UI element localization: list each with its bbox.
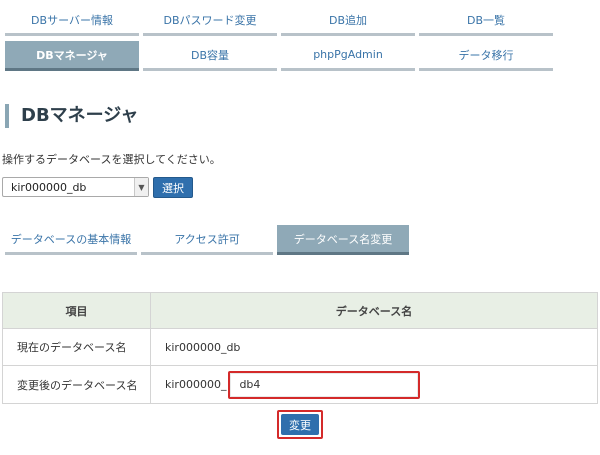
nav-item-db-capacity[interactable]: DB容量 [143, 41, 277, 71]
change-button-label: 変更 [281, 414, 319, 435]
sub-tabs: データベースの基本情報 アクセス許可 データベース名変更 [5, 225, 409, 255]
new-name-label: 変更後のデータベース名 [2, 365, 151, 404]
header-database-name: データベース名 [150, 292, 598, 329]
select-button[interactable]: 選択 [153, 177, 193, 198]
new-name-field-group: kir000000_ [165, 370, 597, 399]
database-select[interactable]: kir000000_db ▼ [2, 177, 149, 197]
nav-row-2: DBマネージャ DB容量 phpPgAdmin データ移行 [5, 41, 553, 71]
table-row: 現在のデータベース名 kir000000_db [2, 328, 598, 366]
table-row: 変更後のデータベース名 kir000000_ [2, 365, 598, 404]
new-name-input[interactable] [228, 370, 421, 399]
nav-row-1: DBサーバー情報 DBパスワード変更 DB追加 DB一覧 [5, 6, 553, 36]
nav-item-db-add[interactable]: DB追加 [281, 6, 415, 36]
table-header-row: 項目 データベース名 [2, 292, 598, 329]
tab-rename-database[interactable]: データベース名変更 [277, 225, 409, 255]
nav-item-db-list[interactable]: DB一覧 [419, 6, 553, 36]
new-name-cell: kir000000_ [150, 365, 598, 404]
nav-item-db-manager[interactable]: DBマネージャ [5, 41, 139, 71]
current-name-value: kir000000_db [150, 328, 598, 366]
tab-access-permission[interactable]: アクセス許可 [141, 225, 273, 255]
new-name-prefix: kir000000_ [165, 378, 227, 391]
nav-item-data-migration[interactable]: データ移行 [419, 41, 553, 71]
header-item: 項目 [2, 292, 151, 329]
page-title: DBマネージャ [5, 104, 138, 128]
instruction-text: 操作するデータベースを選択してください。 [2, 153, 221, 166]
current-name-label: 現在のデータベース名 [2, 328, 151, 366]
nav-item-phppgadmin[interactable]: phpPgAdmin [281, 41, 415, 71]
nav-item-db-server-info[interactable]: DBサーバー情報 [5, 6, 139, 36]
rename-table: 項目 データベース名 現在のデータベース名 kir000000_db 変更後のデ… [2, 292, 598, 404]
main-nav: DBサーバー情報 DBパスワード変更 DB追加 DB一覧 DBマネージャ DB容… [5, 6, 553, 71]
chevron-down-icon[interactable]: ▼ [134, 178, 148, 196]
change-button[interactable]: 変更 [277, 410, 323, 439]
nav-item-db-password-change[interactable]: DBパスワード変更 [143, 6, 277, 36]
tab-basic-info[interactable]: データベースの基本情報 [5, 225, 137, 255]
database-select-value: kir000000_db [11, 180, 87, 194]
